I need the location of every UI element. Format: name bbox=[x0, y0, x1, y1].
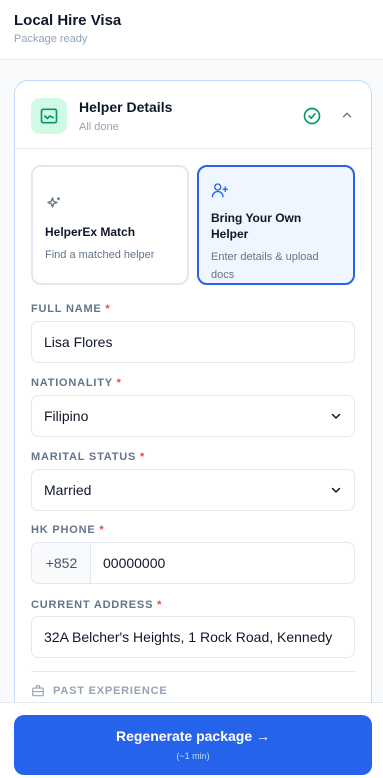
section-header[interactable]: Helper Details All done bbox=[15, 81, 371, 149]
option-bring-own-helper[interactable]: Bring Your Own Helper Enter details & up… bbox=[197, 165, 355, 285]
hk-phone-label: HK PHONE * bbox=[31, 524, 105, 536]
sparkles-icon bbox=[47, 197, 60, 208]
hk-phone-input[interactable]: 00000000 bbox=[90, 542, 355, 584]
cta-label: Regenerate package → bbox=[115, 728, 271, 744]
page-title: Local Hire Visa bbox=[14, 12, 122, 29]
handshake-icon bbox=[31, 98, 67, 134]
marital-status-select[interactable]: Married bbox=[31, 469, 355, 511]
option-label: HelperEx Match bbox=[45, 225, 136, 239]
check-circle-icon bbox=[303, 107, 321, 125]
section-title: Helper Details bbox=[79, 99, 173, 115]
user-plus-icon bbox=[211, 183, 229, 198]
phone-prefix: +852 bbox=[31, 542, 91, 584]
footer-bar: Regenerate package → (~1 min) bbox=[0, 702, 383, 778]
option-desc: Find a matched helper bbox=[45, 249, 155, 261]
past-experience-heading[interactable]: PAST EXPERIENCE bbox=[31, 684, 168, 698]
full-name-input[interactable]: Lisa Flores bbox=[31, 321, 355, 363]
marital-status-label: MARITAL STATUS * bbox=[31, 451, 146, 463]
option-label: Bring Your Own Helper bbox=[211, 211, 302, 241]
app-header: Local Hire Visa Package ready bbox=[0, 0, 383, 60]
nationality-label: NATIONALITY * bbox=[31, 377, 122, 389]
past-experience-label: PAST EXPERIENCE bbox=[53, 685, 168, 697]
chevron-down-icon bbox=[331, 487, 341, 493]
chevron-down-icon bbox=[331, 413, 341, 419]
helper-details-card: Helper Details All done HelperEx Match F… bbox=[14, 80, 372, 740]
chevron-up-icon[interactable] bbox=[340, 108, 354, 122]
option-helperex-match[interactable]: HelperEx Match Find a matched helper bbox=[31, 165, 189, 285]
option-desc: Enter details & upload docs bbox=[211, 251, 319, 281]
section-status: All done bbox=[79, 121, 119, 133]
current-address-input[interactable]: 32A Belcher's Heights, 1 Rock Road, Kenn… bbox=[31, 616, 355, 658]
page-subtitle: Package ready bbox=[14, 33, 88, 45]
nationality-select[interactable]: Filipino bbox=[31, 395, 355, 437]
current-address-label: CURRENT ADDRESS * bbox=[31, 599, 163, 611]
regenerate-package-button[interactable]: Regenerate package → (~1 min) bbox=[14, 715, 372, 775]
cta-sublabel: (~1 min) bbox=[176, 751, 210, 761]
full-name-label: FULL NAME * bbox=[31, 303, 111, 315]
divider bbox=[31, 671, 355, 672]
briefcase-icon bbox=[32, 685, 44, 697]
